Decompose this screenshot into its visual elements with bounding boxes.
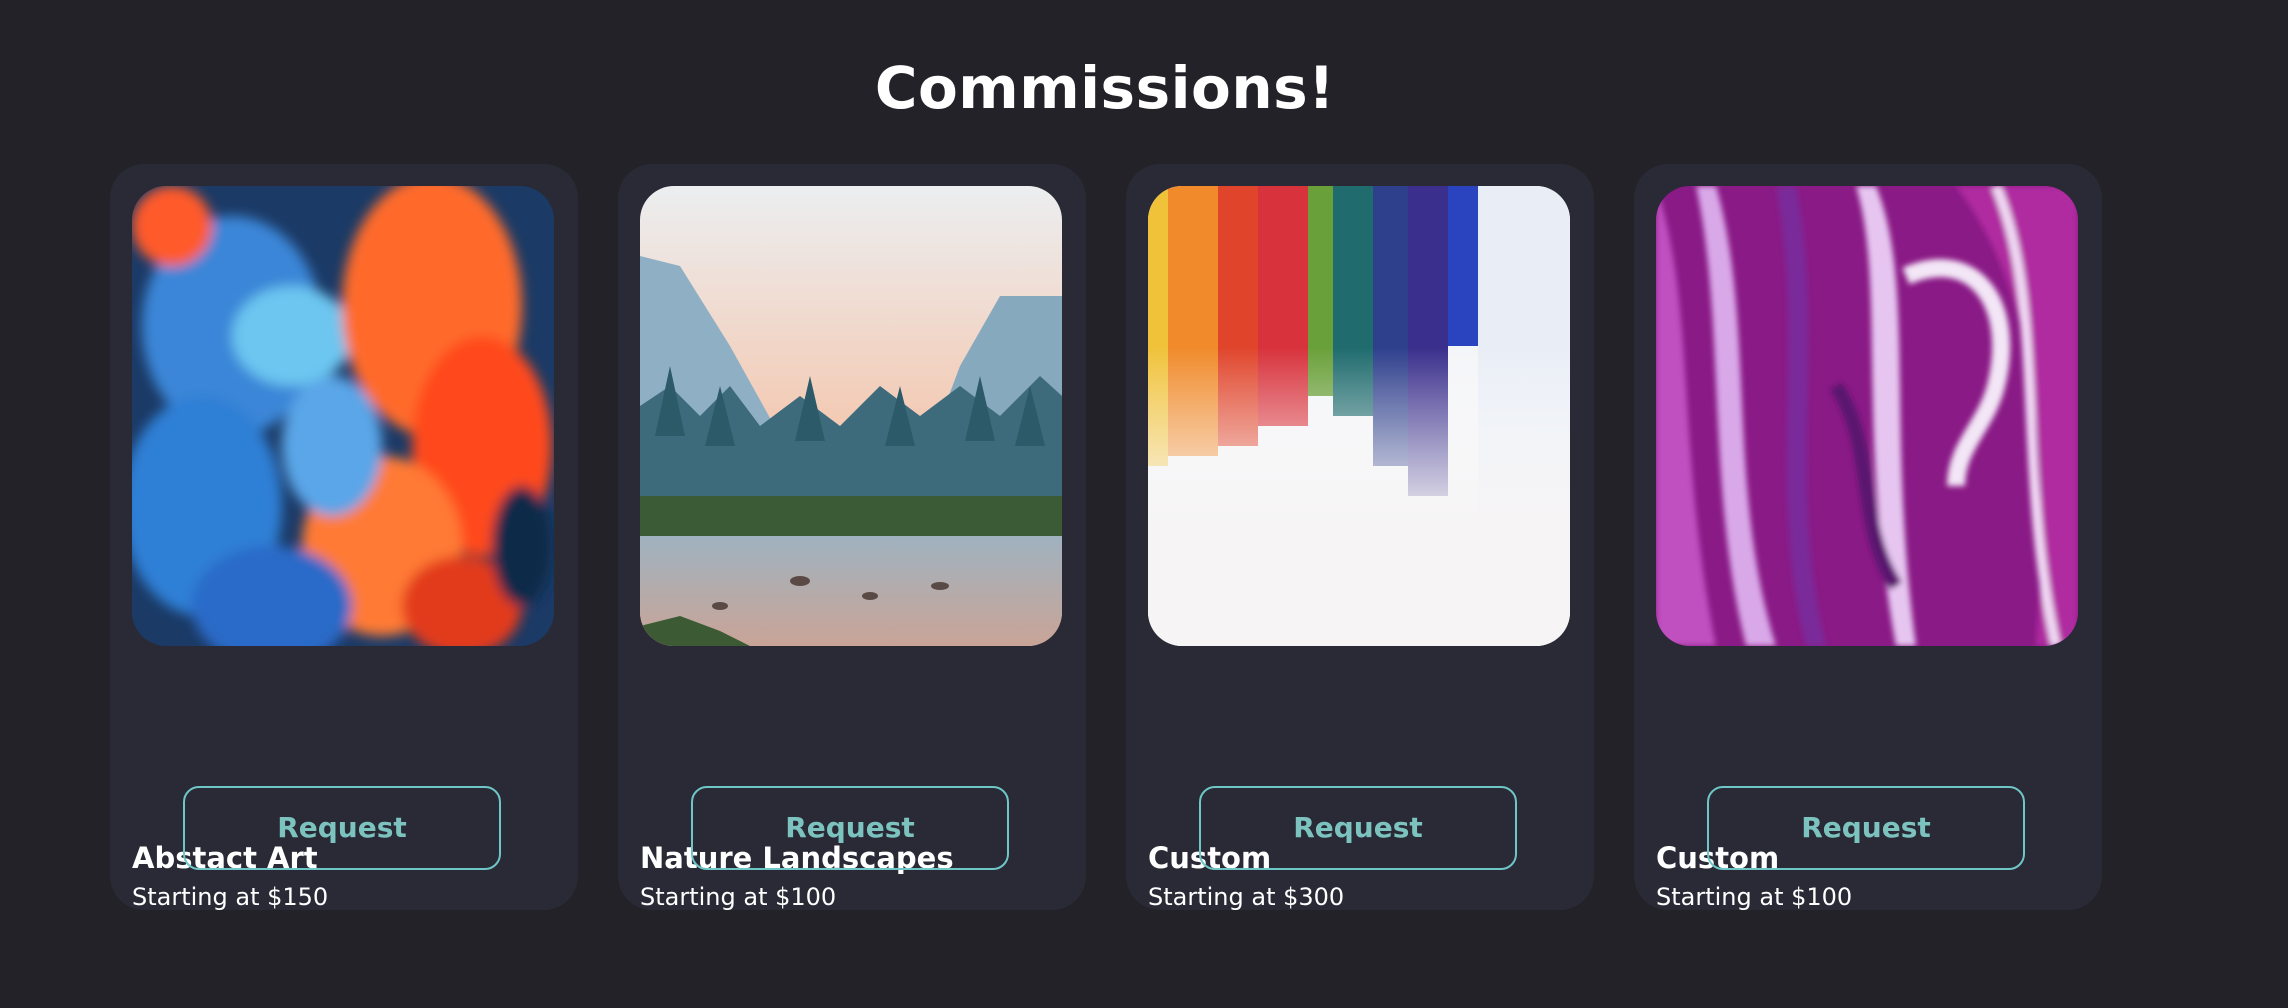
commission-card-custom-purple: Custom Starting at $100 Request [1634, 164, 2102, 911]
commission-card-abstract: Abstact Art Starting at $150 Request [110, 164, 578, 911]
card-price: Starting at $100 [1656, 883, 1853, 911]
nature-landscape-image [640, 186, 1062, 646]
request-button[interactable]: Request [1199, 786, 1517, 870]
request-button[interactable]: Request [691, 786, 1009, 870]
page-title: Commissions! [874, 54, 1336, 122]
purple-swirl-image [1656, 186, 2078, 646]
commission-card-nature: Nature Landscapes Starting at $100 Reque… [618, 164, 1086, 911]
card-price: Starting at $100 [640, 883, 837, 911]
request-button[interactable]: Request [183, 786, 501, 870]
card-price: Starting at $150 [132, 883, 329, 911]
card-price: Starting at $300 [1148, 883, 1345, 911]
abstract-art-image [132, 186, 554, 646]
rainbow-paint-image [1148, 186, 1570, 646]
commission-card-custom-rainbow: Custom Starting at $300 Request [1126, 164, 1594, 911]
request-button[interactable]: Request [1707, 786, 2025, 870]
